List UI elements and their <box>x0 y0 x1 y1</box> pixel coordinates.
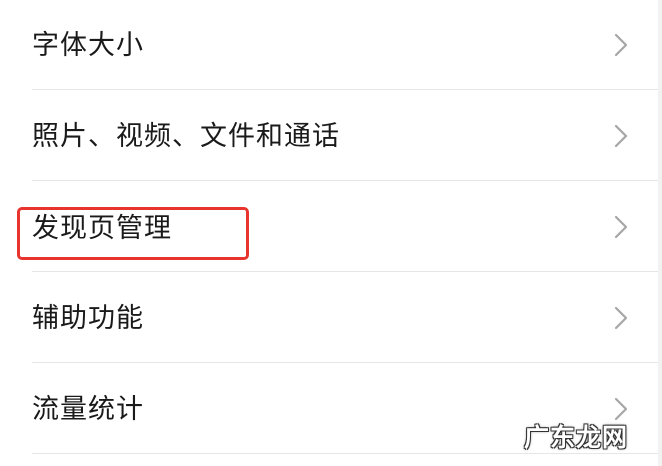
chevron-right-icon <box>614 124 628 148</box>
chevron-right-icon <box>614 306 628 330</box>
settings-item-label: 流量统计 <box>32 394 144 425</box>
chevron-right-icon <box>614 215 628 239</box>
settings-item-font-size[interactable]: 字体大小 <box>0 0 662 90</box>
settings-item-label: 照片、视频、文件和通话 <box>32 121 340 152</box>
chevron-right-icon <box>614 33 628 57</box>
settings-item-accessibility[interactable]: 辅助功能 <box>0 272 662 362</box>
highlight-box <box>17 207 249 260</box>
watermark: 广东龙网 <box>523 423 628 452</box>
screen-edge <box>658 0 662 466</box>
settings-item-label: 辅助功能 <box>32 303 144 334</box>
settings-item-media-files-calls[interactable]: 照片、视频、文件和通话 <box>0 90 662 180</box>
settings-item-label: 字体大小 <box>32 30 144 61</box>
